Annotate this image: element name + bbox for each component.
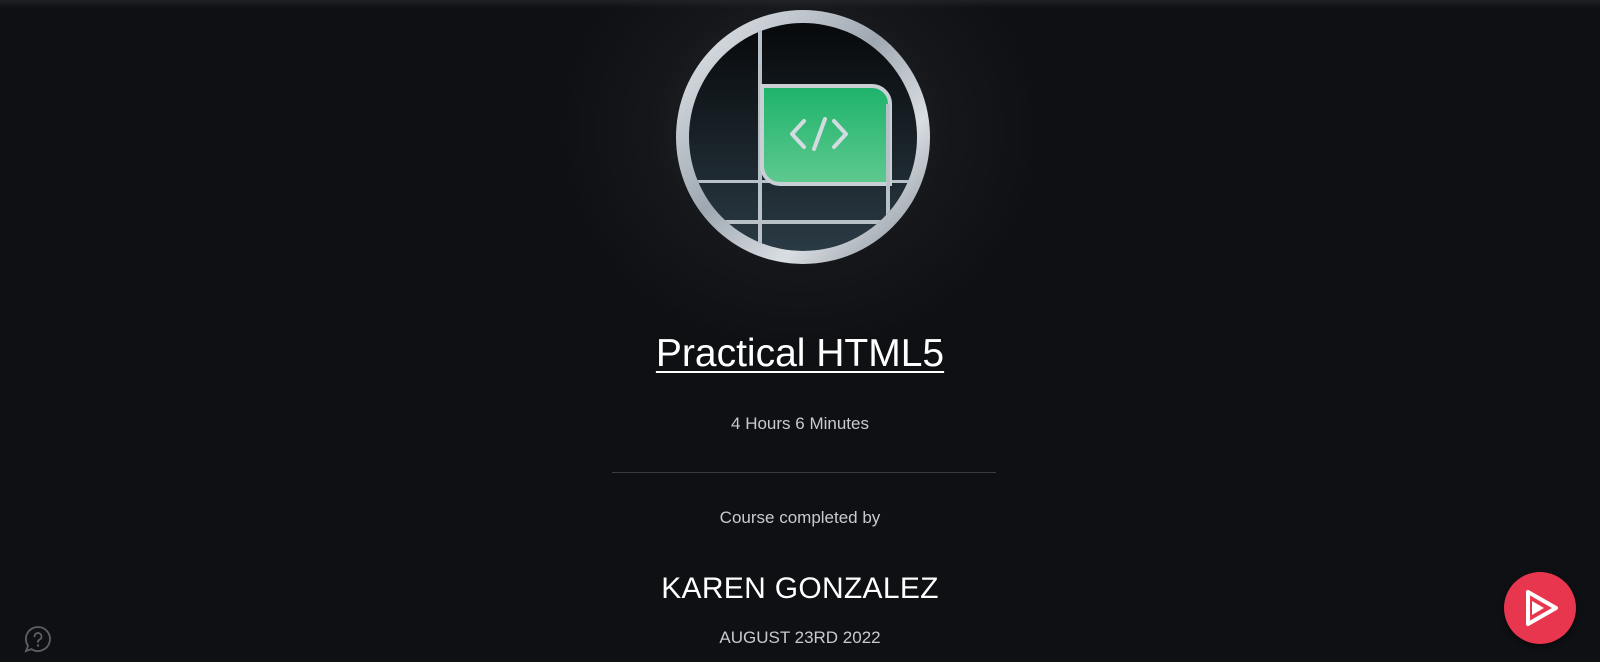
course-title-link[interactable]: Practical HTML5 (0, 330, 1600, 378)
divider (612, 472, 996, 473)
completed-by-label: Course completed by (719, 508, 881, 527)
course-duration: 4 Hours 6 Minutes (731, 414, 869, 433)
play-logo-icon (1526, 590, 1558, 626)
help-chat-icon (24, 626, 51, 653)
completion-date: AUGUST 23RD 2022 (719, 628, 881, 647)
certificate-page: Practical HTML5 4 Hours 6 Minutes Course… (0, 0, 1600, 662)
help-button[interactable] (22, 624, 54, 656)
play-button[interactable] (1504, 572, 1576, 644)
recipient-name: KAREN GONZALEZ (661, 572, 939, 605)
course-badge-icon (676, 10, 930, 264)
course-badge (674, 8, 932, 266)
